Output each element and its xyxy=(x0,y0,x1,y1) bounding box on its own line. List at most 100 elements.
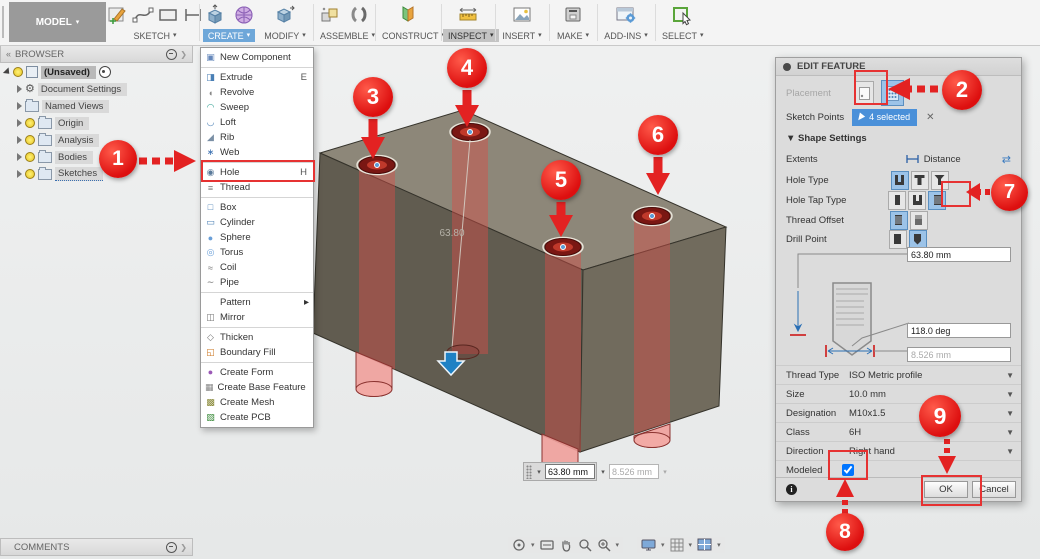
addins-window-gear-icon[interactable] xyxy=(613,2,639,28)
comments-bar[interactable]: COMMENTS ❯ xyxy=(0,538,193,556)
size-select[interactable]: Size 10.0 mm ▼ xyxy=(776,384,1021,404)
joint-icon[interactable] xyxy=(346,2,372,28)
zoom-window-icon[interactable] xyxy=(597,538,611,552)
comments-options-icon[interactable] xyxy=(166,541,178,553)
menu-item[interactable]: ◇ Thicken xyxy=(201,327,313,345)
menu-item[interactable]: ≈ Coil xyxy=(201,260,313,275)
tap-type-simple-button[interactable] xyxy=(888,190,907,210)
depth-value-input[interactable] xyxy=(907,247,1011,262)
thread-offset-partial-button[interactable] xyxy=(909,210,928,230)
new-component-icon[interactable] xyxy=(317,2,343,28)
viewports-icon[interactable] xyxy=(697,538,712,552)
menu-item[interactable]: ◡ Loft xyxy=(201,115,313,130)
menu-item[interactable]: ▩ Create Mesh xyxy=(201,395,313,410)
dialog-header[interactable]: EDIT FEATURE xyxy=(776,58,1021,76)
menu-item[interactable]: ● Create Form xyxy=(201,362,313,380)
toolbar-menu-assemble[interactable]: ASSEMBLE xyxy=(315,29,380,42)
zoom-icon[interactable] xyxy=(578,538,592,552)
menu-item[interactable]: ▣ New Component xyxy=(201,50,313,65)
tap-diameter-input[interactable] xyxy=(609,464,659,479)
menu-item[interactable]: ◢ Rib xyxy=(201,130,313,145)
toolbar-menu-insert[interactable]: INSERT xyxy=(497,29,546,42)
thread-offset-full-button[interactable] xyxy=(889,210,908,230)
print-3d-icon[interactable] xyxy=(560,2,586,28)
chevron-down-icon[interactable]: ▾ xyxy=(689,541,693,549)
visibility-bulb-icon[interactable] xyxy=(25,152,35,162)
extents-value[interactable]: Distance xyxy=(905,154,961,165)
menu-item[interactable]: ● Sphere xyxy=(201,230,313,245)
grid-settings-icon[interactable] xyxy=(670,538,684,552)
chevron-down-icon[interactable]: ▾ xyxy=(597,464,609,479)
expand-arrow-icon[interactable] xyxy=(17,170,22,178)
menu-item[interactable]: ◎ Torus xyxy=(201,245,313,260)
toolbar-menu-inspect[interactable]: INSPECT xyxy=(443,29,499,42)
browser-row-origin[interactable]: Origin xyxy=(14,115,193,131)
direction-select[interactable]: Direction Right hand ▼ xyxy=(776,441,1021,461)
expand-arrow-icon[interactable] xyxy=(17,85,22,93)
browser-row-named-views[interactable]: Named Views xyxy=(14,98,193,114)
rectangle-icon[interactable] xyxy=(157,2,179,28)
visibility-bulb-icon[interactable] xyxy=(25,135,35,145)
chevron-down-icon[interactable]: ▾ xyxy=(717,541,721,549)
browser-row-root[interactable]: (Unsaved) xyxy=(2,64,193,80)
flip-direction-icon[interactable]: ⇄ xyxy=(1002,153,1011,166)
orbit-icon[interactable] xyxy=(512,538,526,552)
extrude-icon[interactable] xyxy=(202,2,228,28)
create-form-icon[interactable] xyxy=(231,2,257,28)
toolbar-menu-sketch[interactable]: SKETCH xyxy=(128,29,181,42)
angle-value-input[interactable] xyxy=(907,323,1011,338)
activate-component-icon[interactable] xyxy=(98,66,111,78)
expand-arrow-icon[interactable] xyxy=(17,119,22,127)
clear-selection-icon[interactable]: ✕ xyxy=(926,112,934,123)
designation-select[interactable]: Designation M10x1.5 ▼ xyxy=(776,403,1021,423)
construct-plane-icon[interactable] xyxy=(395,2,421,28)
tap-diameter-value-input[interactable] xyxy=(907,347,1011,362)
shape-settings-header[interactable]: ▼ Shape Settings xyxy=(776,130,1021,146)
visibility-bulb-icon[interactable] xyxy=(13,67,23,77)
collapse-icon[interactable]: « xyxy=(6,49,11,59)
visibility-bulb-icon[interactable] xyxy=(25,169,35,179)
toolbar-menu-addins[interactable]: ADD-INS xyxy=(599,29,653,42)
chevron-down-icon[interactable]: ▾ xyxy=(659,464,671,479)
depth-input[interactable] xyxy=(545,464,595,479)
menu-item[interactable]: ◖ Revolve xyxy=(201,85,313,100)
select-cursor-icon[interactable] xyxy=(669,2,695,28)
menu-item[interactable]: Pattern xyxy=(201,292,313,310)
hole-type-counterbore-button[interactable] xyxy=(910,170,929,190)
pan-icon[interactable] xyxy=(559,538,573,552)
drag-handle-icon[interactable] xyxy=(526,464,532,479)
spline-icon[interactable] xyxy=(132,2,154,28)
chevron-down-icon[interactable]: ▾ xyxy=(531,541,535,549)
menu-item[interactable]: ◠ Sweep xyxy=(201,100,313,115)
workspace-switcher[interactable]: MODEL xyxy=(9,2,106,42)
chevron-down-icon[interactable]: ▾ xyxy=(533,464,545,479)
menu-item[interactable]: □ Box xyxy=(201,197,313,215)
expand-arrow-icon[interactable] xyxy=(2,67,13,77)
hole-type-simple-button[interactable] xyxy=(890,170,909,190)
expand-arrow-icon[interactable] xyxy=(17,153,22,161)
create-sketch-icon[interactable] xyxy=(107,2,129,28)
browser-header[interactable]: « BROWSER ❯ xyxy=(0,45,193,63)
browser-row-document-settings[interactable]: ⚙ Document Settings xyxy=(14,81,193,97)
measure-icon[interactable] xyxy=(455,2,481,28)
menu-item[interactable]: ◨ Extrude E xyxy=(201,67,313,85)
toolbar-menu-create[interactable]: CREATE xyxy=(202,29,256,42)
toolbar-menu-select[interactable]: SELECT xyxy=(657,29,709,42)
visibility-bulb-icon[interactable] xyxy=(25,118,35,128)
display-options-icon[interactable] xyxy=(166,48,178,60)
insert-image-icon[interactable] xyxy=(509,2,535,28)
expand-icon[interactable]: ❯ xyxy=(180,50,187,59)
chevron-down-icon[interactable]: ▾ xyxy=(661,541,665,549)
press-pull-icon[interactable] xyxy=(272,2,298,28)
toolbar-menu-make[interactable]: MAKE xyxy=(552,29,594,42)
tap-type-clearance-button[interactable] xyxy=(908,190,927,210)
display-settings-icon[interactable] xyxy=(641,538,656,552)
toolbar-menu-construct[interactable]: CONSTRUCT xyxy=(377,29,450,42)
menu-item[interactable]: ▦ Create Base Feature xyxy=(201,380,313,395)
chevron-down-icon[interactable]: ▾ xyxy=(616,541,620,549)
menu-item[interactable]: ◫ Mirror xyxy=(201,310,313,325)
look-at-icon[interactable] xyxy=(539,538,554,552)
menu-item[interactable]: ◱ Boundary Fill xyxy=(201,345,313,360)
menu-item[interactable]: ≡ Thread xyxy=(201,180,313,195)
toolbar-menu-modify[interactable]: MODIFY xyxy=(259,29,311,42)
